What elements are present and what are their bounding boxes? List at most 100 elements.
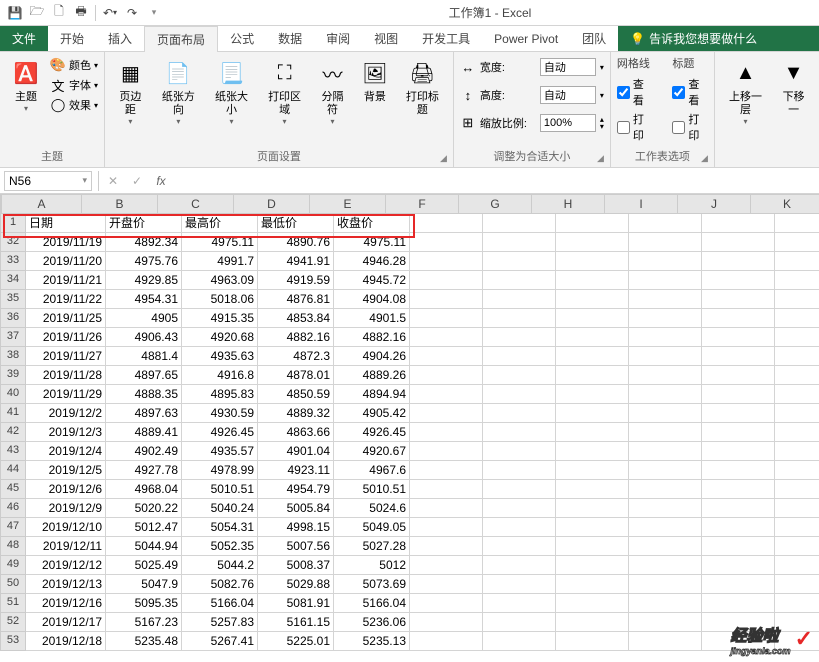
printarea-button[interactable]: ⛶打印区域▾ [260,55,309,128]
cell[interactable] [483,309,556,328]
cell[interactable]: 4876.81 [258,290,334,309]
cell[interactable] [629,632,702,651]
cell[interactable] [410,442,483,461]
cell[interactable]: 4929.85 [106,271,182,290]
cell[interactable]: 4894.94 [334,385,410,404]
cell[interactable] [410,366,483,385]
cell[interactable]: 4853.84 [258,309,334,328]
row-header[interactable]: 36 [0,309,26,328]
cell[interactable] [556,632,629,651]
cell[interactable]: 4968.04 [106,480,182,499]
cell[interactable] [483,518,556,537]
cell[interactable]: 5082.76 [182,575,258,594]
cell[interactable] [629,461,702,480]
cell[interactable] [410,404,483,423]
row-header[interactable]: 32 [0,233,26,252]
cell[interactable] [775,575,819,594]
cell[interactable] [775,499,819,518]
cell[interactable]: 4916.8 [182,366,258,385]
cell[interactable] [483,461,556,480]
cell[interactable] [629,575,702,594]
tab-tellme[interactable]: 💡告诉我您想要做什么 [618,26,819,51]
cell[interactable] [629,366,702,385]
cell[interactable]: 4901.04 [258,442,334,461]
cell[interactable]: 4889.26 [334,366,410,385]
cell[interactable] [629,537,702,556]
cell[interactable]: 2019/12/12 [26,556,106,575]
width-input[interactable] [540,58,596,76]
cell[interactable] [775,461,819,480]
cell[interactable] [775,347,819,366]
fx-button[interactable]: fx [149,171,173,191]
cell[interactable] [410,556,483,575]
cell[interactable] [483,594,556,613]
cell[interactable] [702,309,775,328]
cell[interactable] [629,385,702,404]
cell[interactable] [556,480,629,499]
cell[interactable] [410,328,483,347]
cell[interactable] [410,613,483,632]
cell[interactable]: 4967.6 [334,461,410,480]
cell[interactable] [775,328,819,347]
row-header[interactable]: 33 [0,252,26,271]
cell[interactable]: 2019/12/17 [26,613,106,632]
themes-button[interactable]: 🅰️ 主题 ▾ [6,55,46,115]
cell[interactable]: 2019/12/16 [26,594,106,613]
cell[interactable]: 2019/12/2 [26,404,106,423]
cell[interactable]: 5081.91 [258,594,334,613]
cell[interactable]: 4978.99 [182,461,258,480]
row-header[interactable]: 1 [0,214,26,233]
cell[interactable] [702,366,775,385]
printtitles-button[interactable]: 🖨打印标题 [398,55,447,119]
bringforward-button[interactable]: ▲上移一层▾ [721,55,770,128]
cell[interactable] [702,404,775,423]
name-box[interactable]: N56▾ [4,171,92,191]
row-header[interactable]: 48 [0,537,26,556]
cell[interactable] [483,328,556,347]
cell[interactable] [410,518,483,537]
column-header[interactable]: A [2,194,82,214]
cell[interactable] [775,252,819,271]
cell[interactable] [702,499,775,518]
cell[interactable] [629,404,702,423]
row-header[interactable]: 46 [0,499,26,518]
cell[interactable]: 4863.66 [258,423,334,442]
cells-area[interactable]: 日期开盘价最高价最低价收盘价2019/11/194892.344975.1148… [26,214,819,651]
dialog-launcher-icon[interactable]: ◢ [440,153,447,164]
cell[interactable]: 4998.15 [258,518,334,537]
cell[interactable] [629,214,702,233]
cell[interactable]: 2019/11/19 [26,233,106,252]
column-header[interactable]: G [459,194,532,214]
cell[interactable]: 5040.24 [182,499,258,518]
cell[interactable] [775,537,819,556]
cell[interactable]: 5052.35 [182,537,258,556]
cell[interactable] [775,442,819,461]
cell[interactable]: 收盘价 [334,214,410,233]
column-header[interactable]: B [82,194,158,214]
confirm-edit-button[interactable]: ✓ [125,171,149,191]
tab-powerpivot[interactable]: Power Pivot [482,26,570,51]
cell[interactable]: 2019/11/27 [26,347,106,366]
cell[interactable] [556,575,629,594]
cell[interactable]: 5167.23 [106,613,182,632]
cell[interactable] [775,233,819,252]
cell[interactable] [702,518,775,537]
row-header[interactable]: 43 [0,442,26,461]
cell[interactable]: 2019/12/6 [26,480,106,499]
cell[interactable] [483,537,556,556]
cell[interactable] [483,575,556,594]
gridlines-print-checkbox[interactable]: 打印 [617,111,653,143]
cell[interactable] [775,480,819,499]
cell[interactable] [410,385,483,404]
cell[interactable]: 2019/11/26 [26,328,106,347]
row-header[interactable]: 40 [0,385,26,404]
cell[interactable] [775,290,819,309]
column-header[interactable]: D [234,194,310,214]
cell[interactable] [702,290,775,309]
cell[interactable]: 5005.84 [258,499,334,518]
cell[interactable] [556,252,629,271]
cell[interactable] [702,252,775,271]
cell[interactable]: 4881.4 [106,347,182,366]
cell[interactable] [629,347,702,366]
height-input[interactable] [540,86,596,104]
